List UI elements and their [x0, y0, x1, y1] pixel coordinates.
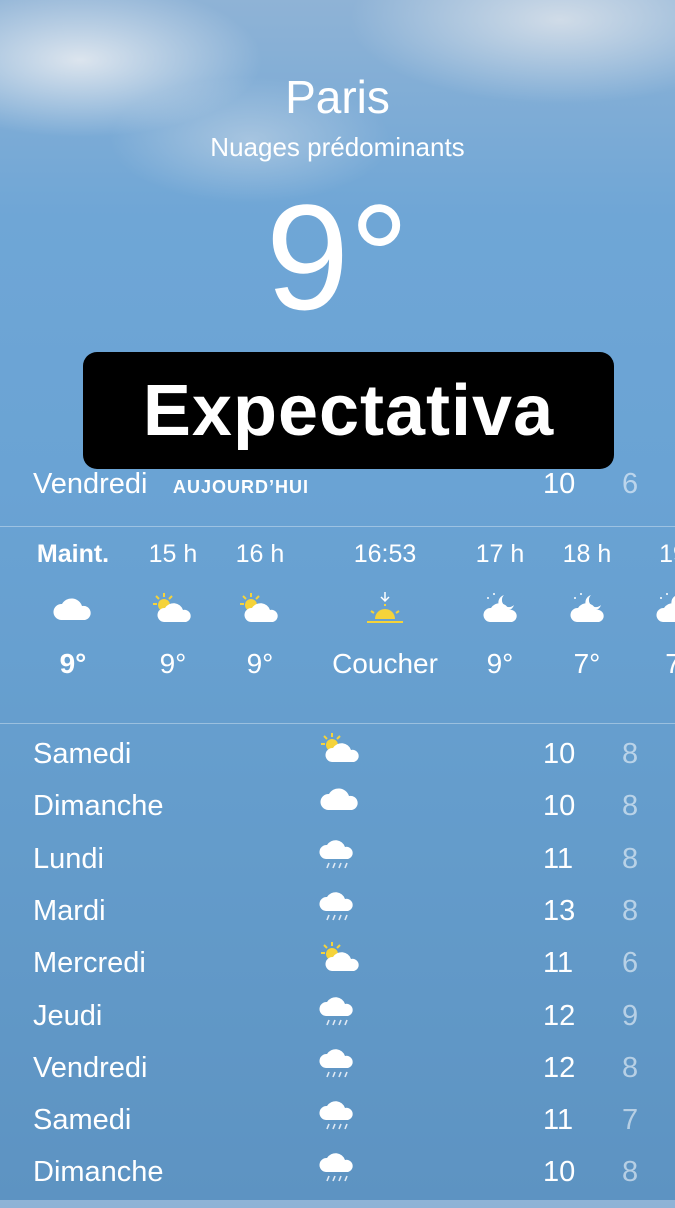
daily-row: Lundi 11 8 — [33, 839, 675, 895]
daily-low: 8 — [622, 894, 639, 927]
daily-low: 9 — [622, 999, 639, 1032]
daily-day: Lundi — [33, 842, 104, 875]
overlay-banner: Expectativa — [83, 352, 614, 469]
daily-low: 8 — [622, 1156, 639, 1189]
daily-high: 10 — [543, 790, 576, 823]
weather-condition: Nuages prédominants — [210, 132, 465, 162]
partly-cloudy-night-icon — [618, 574, 675, 644]
daily-high: 10 — [543, 1156, 576, 1189]
divider — [0, 526, 675, 527]
daily-row: Mercredi 11 6 — [33, 942, 675, 999]
hourly-time: Maint. — [36, 540, 110, 568]
hourly-temp: 7 — [665, 648, 675, 679]
partly-sunny-icon — [318, 941, 364, 983]
daily-high: 11 — [543, 1104, 574, 1137]
cloud-icon — [318, 784, 362, 822]
daily-high: 13 — [543, 894, 576, 927]
hourly-temp: Coucher — [332, 648, 438, 679]
today-row: Vendredi AUJOURD’HUI 10 6 — [33, 468, 675, 508]
daily-high: 10 — [543, 738, 576, 770]
daily-low: 8 — [622, 738, 639, 770]
city-name: Paris — [285, 71, 390, 123]
daily-row: Dimanche 10 8 — [33, 788, 675, 842]
banner-text: Expectativa — [142, 370, 555, 451]
today-low: 6 — [622, 468, 639, 500]
hourly-item: Maint. 9° — [18, 540, 128, 680]
rain-icon — [318, 837, 358, 881]
daily-row: Samedi 11 7 — [33, 1101, 675, 1156]
hourly-item: 16:53 Coucher — [325, 540, 445, 680]
daily-high: 11 — [543, 842, 574, 875]
daily-day: Vendredi — [33, 1051, 148, 1084]
current-temperature: 9° — [265, 173, 410, 341]
partly-sunny-icon — [205, 574, 315, 644]
daily-row: Jeudi 12 9 — [33, 996, 675, 1052]
daily-row: Vendredi 12 8 — [33, 1049, 675, 1104]
daily-day: Mardi — [33, 894, 106, 927]
hourly-time: 16 h — [235, 540, 285, 568]
sunset-icon — [325, 574, 445, 644]
daily-low: 8 — [622, 790, 639, 823]
daily-day: Dimanche — [33, 1156, 164, 1189]
daily-high: 12 — [543, 1051, 576, 1084]
daily-day: Dimanche — [33, 790, 164, 823]
daily-day: Samedi — [33, 1104, 132, 1137]
hourly-temp: 9° — [246, 648, 274, 679]
hourly-item: 19 7 — [618, 540, 675, 680]
daily-high: 11 — [543, 947, 574, 980]
daily-day: Mercredi — [33, 947, 146, 980]
daily-high: 12 — [543, 999, 576, 1032]
daily-row: Dimanche 10 8 — [33, 1153, 675, 1208]
today-day: Vendredi — [33, 468, 148, 500]
daily-row: Samedi 10 8 — [33, 733, 675, 790]
daily-day: Samedi — [33, 738, 132, 770]
daily-day: Jeudi — [33, 999, 103, 1032]
hourly-item: 16 h 9° — [205, 540, 315, 680]
divider — [0, 723, 675, 724]
daily-row: Mardi 13 8 — [33, 892, 675, 947]
rain-icon — [318, 1150, 358, 1194]
today-high: 10 — [543, 468, 576, 500]
cloud-icon — [18, 574, 128, 644]
rain-icon — [318, 994, 358, 1038]
hourly-time: 19 — [659, 540, 675, 568]
daily-low: 8 — [622, 1051, 639, 1084]
today-tag: AUJOURD’HUI — [173, 477, 310, 497]
rain-icon — [318, 1046, 358, 1090]
hourly-temp: 9° — [59, 648, 87, 679]
hourly-time: 16:53 — [353, 540, 417, 568]
daily-low: 7 — [622, 1104, 639, 1137]
daily-low: 6 — [622, 947, 639, 980]
daily-low: 8 — [622, 842, 639, 875]
partly-sunny-icon — [318, 732, 364, 774]
rain-icon — [318, 1098, 358, 1142]
rain-icon — [318, 889, 358, 933]
